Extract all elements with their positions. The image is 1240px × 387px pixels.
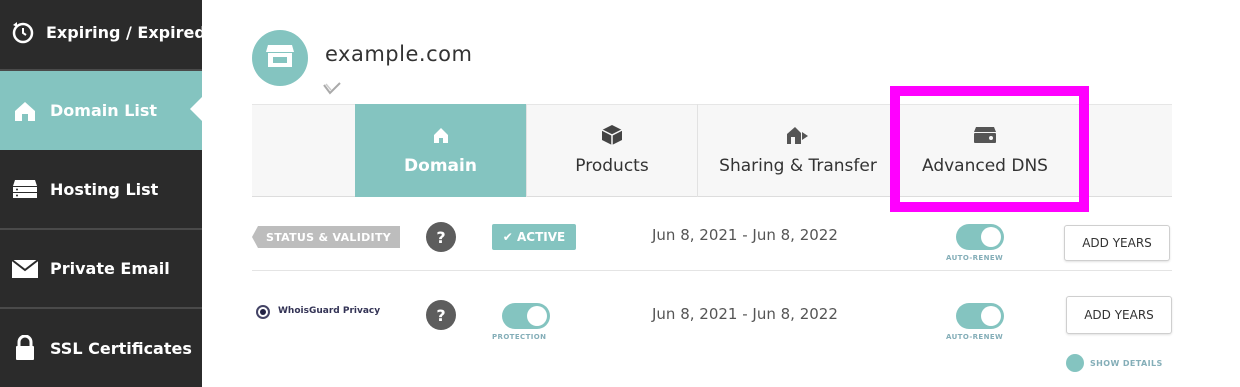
help-button[interactable]: ? [426, 222, 456, 252]
sidebar-item-ssl-certificates[interactable]: SSL Certificates [0, 309, 202, 387]
sidebar-item-domain-list[interactable]: Domain List [0, 71, 202, 150]
auto-renew-toggle[interactable] [956, 303, 1004, 329]
server-icon [10, 174, 40, 204]
highlight-annotation [890, 86, 1089, 212]
expand-icon [1066, 354, 1084, 372]
toggle-caption: AUTO-RENEW [946, 333, 1004, 341]
status-badge: ✔ ACTIVE [492, 224, 576, 250]
sidebar-item-label: Hosting List [50, 179, 159, 199]
clock-history-icon [10, 17, 36, 47]
show-details-link[interactable]: SHOW DETAILS [1066, 354, 1163, 372]
toggle-knob [527, 306, 547, 326]
lock-icon [10, 333, 40, 363]
tab-products[interactable]: Products [527, 104, 697, 197]
sidebar-item-label: Domain List [50, 101, 158, 120]
tab-label: Domain [404, 156, 477, 176]
add-years-button[interactable]: ADD YEARS [1066, 296, 1172, 334]
privacy-radio[interactable] [256, 305, 270, 319]
show-details-label: SHOW DETAILS [1090, 358, 1163, 368]
storefront-icon [265, 43, 295, 73]
page-title: example.com [325, 42, 473, 66]
tab-sharing-transfer[interactable]: Sharing & Transfer [698, 104, 898, 197]
tab-label: Sharing & Transfer [719, 156, 877, 176]
domain-avatar [252, 30, 308, 86]
sidebar-item-label: Private Email [50, 259, 170, 278]
active-indicator [190, 96, 203, 122]
sidebar-item-private-email[interactable]: Private Email [0, 230, 202, 307]
help-button[interactable]: ? [426, 300, 456, 330]
home-icon [10, 96, 40, 126]
validity-dates: Jun 8, 2021 - Jun 8, 2022 [652, 305, 838, 323]
sidebar-item-label: SSL Certificates [50, 338, 192, 358]
edit-icon[interactable] [323, 80, 341, 95]
share-icon [785, 122, 811, 148]
sidebar-item-expiring[interactable]: Expiring / Expired [0, 0, 206, 64]
validity-dates: Jun 8, 2021 - Jun 8, 2022 [652, 226, 838, 244]
toggle-caption: AUTO-RENEW [946, 254, 1004, 262]
protection-toggle[interactable] [502, 303, 550, 329]
toggle-knob [981, 227, 1001, 247]
sidebar-item-hosting-list[interactable]: Hosting List [0, 150, 202, 228]
add-years-button[interactable]: ADD YEARS [1064, 225, 1170, 261]
toggle-knob [981, 306, 1001, 326]
sidebar-item-label: Expiring / Expired [46, 22, 206, 42]
tab-domain[interactable]: Domain [355, 104, 526, 197]
status-validity-label: STATUS & VALIDITY [252, 226, 400, 248]
toggle-caption: PROTECTION [492, 333, 547, 341]
radio-dot [260, 309, 266, 315]
tab-label: Products [575, 156, 649, 176]
auto-renew-toggle[interactable] [956, 224, 1004, 250]
divider [252, 270, 1172, 271]
box-icon [600, 122, 624, 148]
home-icon [432, 122, 450, 148]
sidebar: Expiring / Expired Domain List Hosting L… [0, 0, 206, 387]
privacy-label: WhoisGuard Privacy [278, 306, 381, 316]
envelope-icon [10, 254, 40, 284]
